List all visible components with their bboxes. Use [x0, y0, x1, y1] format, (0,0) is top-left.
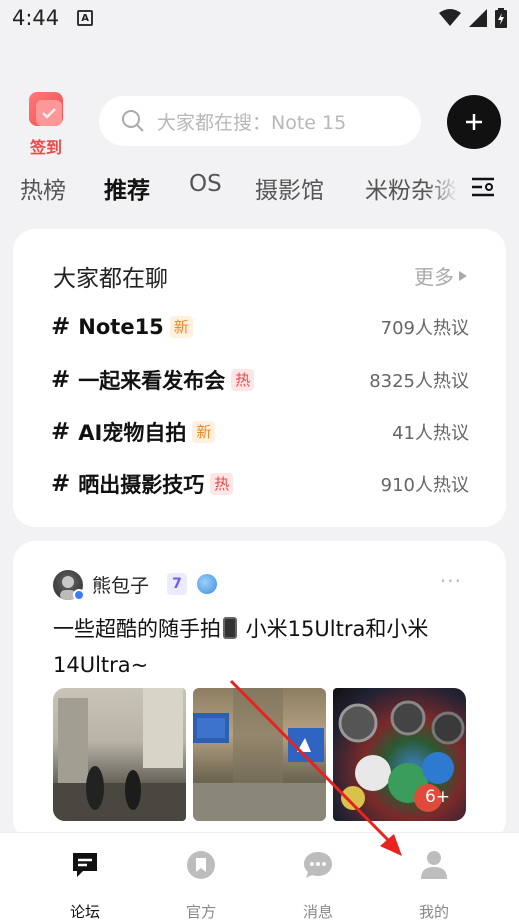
post-card[interactable]: 熊包子 7 ··· 一些超酷的随手拍 小米15Ultra和小米14Ultra~ [13, 541, 506, 841]
nav-forum[interactable]: 论坛 [45, 843, 125, 921]
post-title[interactable]: 一些超酷的随手拍 小米15Ultra和小米14Ultra~ [53, 611, 473, 683]
signal-icon [469, 9, 487, 27]
tab-hot-list[interactable]: 热榜 [20, 171, 66, 205]
hash-icon: # [51, 419, 71, 445]
nav-label: 我的 [418, 903, 449, 921]
nav-official[interactable]: 官方 [161, 843, 241, 921]
status-bar: 4:44 A [0, 0, 519, 36]
topic-name: Note15 [78, 315, 164, 339]
menu-icon [472, 177, 494, 197]
trending-topics-card: 大家都在聊 更多 # Note15 新 709人热议 # 一起来看发布会 热 8… [13, 229, 506, 527]
topic-count: 709人热议 [380, 318, 469, 339]
topic-count: 8325人热议 [369, 371, 469, 392]
bottom-navigation: 论坛 官方 消息 我的 [0, 832, 519, 922]
topic-row[interactable]: # 一起来看发布会 热 8325人热议 [51, 360, 469, 400]
topic-name: AI宠物自拍 [78, 421, 187, 445]
topics-heading: 大家都在聊 [53, 266, 168, 292]
create-post-button[interactable] [447, 95, 501, 149]
category-tabs: 热榜 推荐 OS 摄影馆 米粉杂谈 [0, 165, 519, 209]
status-time: 4:44 [12, 6, 60, 30]
topic-row[interactable]: # Note15 新 709人热议 [51, 307, 469, 347]
post-photo[interactable] [193, 688, 326, 821]
topic-name: 一起来看发布会 [78, 369, 226, 393]
topic-count: 910人热议 [380, 475, 469, 496]
topic-row[interactable]: # AI宠物自拍 新 41人热议 [51, 412, 469, 452]
checkin-button[interactable]: 签到 [26, 92, 66, 157]
post-photo[interactable]: 6+ [333, 688, 466, 821]
more-photos-count: 6+ [424, 787, 450, 807]
nav-label: 消息 [302, 903, 333, 921]
topic-tag-hot: 热 [231, 369, 255, 391]
nav-messages[interactable]: 消息 [278, 843, 358, 921]
official-icon [187, 851, 215, 879]
search-placeholder: 大家都在搜：Note 15 [157, 111, 347, 134]
level-badge: 7 [167, 573, 187, 595]
tabs-fade [428, 165, 458, 209]
topic-count: 41人热议 [392, 423, 469, 444]
message-icon [304, 852, 332, 878]
hash-icon: # [51, 314, 71, 340]
topic-tag-new: 新 [169, 316, 193, 338]
search-input[interactable]: 大家都在搜：Note 15 [99, 96, 421, 146]
post-author[interactable]: 熊包子 [92, 571, 149, 598]
tab-os[interactable]: OS [189, 171, 222, 197]
search-icon [122, 110, 144, 132]
hash-icon: # [51, 367, 71, 393]
checkin-icon-check [36, 100, 62, 126]
top-header: 签到 大家都在搜：Note 15 [0, 88, 519, 158]
topic-tag-hot: 热 [210, 473, 234, 495]
plus-icon [466, 114, 482, 130]
post-title-part1: 一些超酷的随手拍 [53, 617, 221, 641]
nav-profile[interactable]: 我的 [394, 843, 474, 921]
tab-recommend[interactable]: 推荐 [104, 171, 150, 205]
more-label: 更多 [414, 265, 454, 289]
verified-badge-icon [73, 589, 85, 601]
topics-more-link[interactable]: 更多 [414, 261, 468, 290]
tabs-menu-button[interactable] [458, 165, 508, 209]
notification-a-icon: A [77, 10, 94, 26]
profile-icon [421, 851, 447, 879]
post-photo[interactable] [53, 688, 186, 821]
more-options-icon[interactable]: ··· [440, 569, 462, 593]
nav-label: 论坛 [69, 903, 100, 921]
topic-name: 晒出摄影技巧 [78, 473, 205, 497]
topic-row[interactable]: # 晒出摄影技巧 热 910人热议 [51, 464, 469, 504]
nav-label: 官方 [185, 903, 216, 921]
wifi-icon [439, 9, 461, 26]
tab-photography[interactable]: 摄影馆 [255, 171, 324, 205]
medal-icon [197, 574, 217, 594]
chevron-right-icon [459, 270, 467, 281]
status-icons [439, 8, 507, 28]
forum-icon [73, 853, 97, 877]
battery-icon [495, 8, 507, 28]
phone-emoji-icon [223, 617, 237, 639]
checkin-label: 签到 [29, 138, 62, 157]
hash-icon: # [51, 471, 71, 497]
topic-tag-new: 新 [192, 421, 216, 443]
